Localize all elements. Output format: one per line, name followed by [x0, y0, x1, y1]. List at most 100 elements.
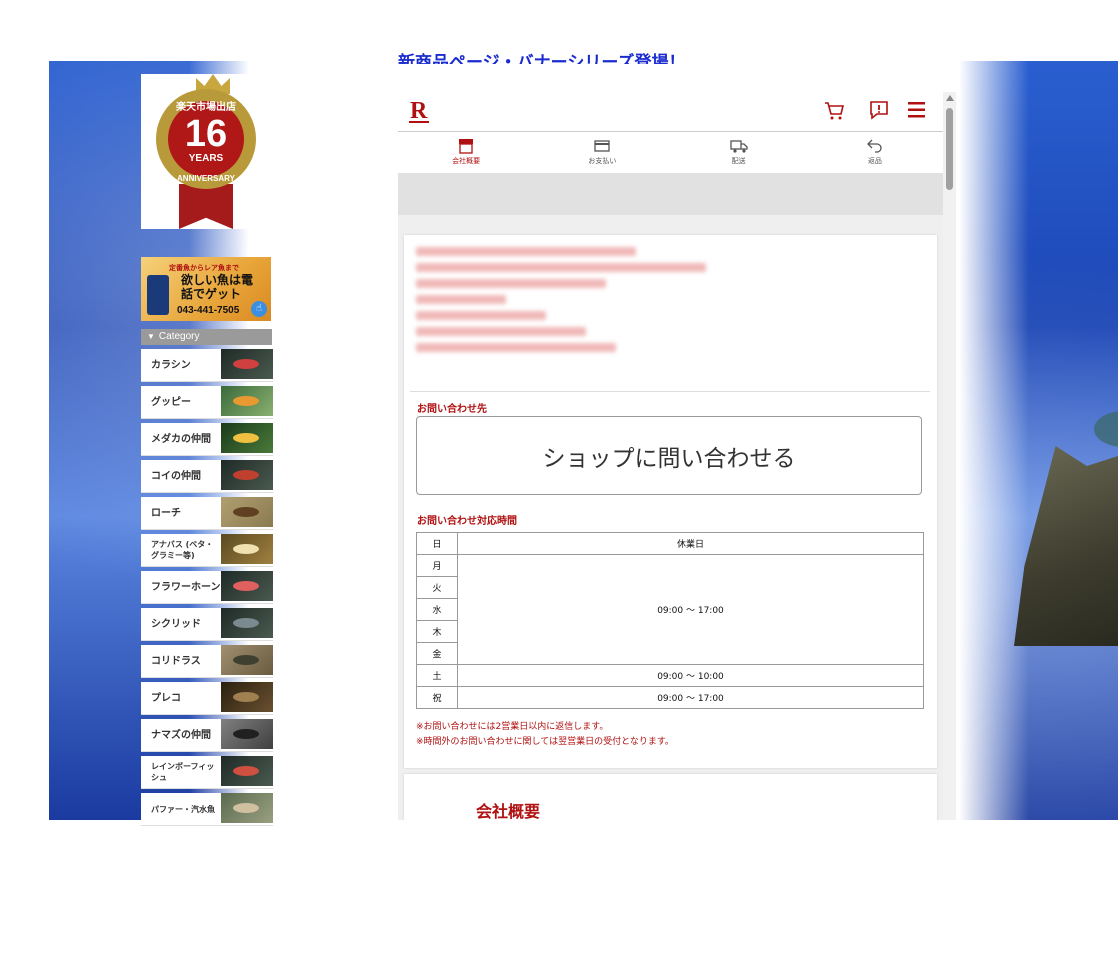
ribbon-icon	[179, 184, 233, 229]
table-sat-hours: 09:00 ～ 10:00	[457, 664, 924, 687]
cart-icon[interactable]	[823, 99, 845, 121]
table-day: 土	[416, 664, 458, 687]
category-item[interactable]: プレコ	[141, 682, 273, 715]
category-thumb	[221, 793, 273, 823]
category-item[interactable]: アナバス (ベタ・グラミー等)	[141, 534, 273, 567]
table-day: 金	[416, 642, 458, 665]
tab-company[interactable]: 会社概要	[398, 132, 534, 172]
tab-label: 会社概要	[452, 157, 481, 165]
gray-band	[398, 173, 943, 215]
category-label: カラシン	[151, 359, 191, 371]
hand-pointer-icon: ☝	[251, 301, 267, 317]
fish-food-can-icon	[147, 275, 169, 315]
tab-label: 配送	[731, 157, 746, 165]
table-day: 木	[416, 620, 458, 643]
company-overview-card: 会社概要	[404, 774, 937, 820]
table-day: 月	[416, 554, 458, 577]
category-thumb	[221, 756, 273, 786]
scroll-up-arrow-icon[interactable]	[946, 95, 954, 101]
rakuten-header: R	[398, 92, 943, 132]
category-thumb	[221, 386, 273, 416]
category-thumb	[221, 719, 273, 749]
category-item[interactable]: カラシン	[141, 349, 273, 382]
left-sidebar: 16 YEARS 楽天市場出店 ANNIVERSARY 定番魚からレア魚まで 欲…	[141, 74, 274, 830]
category-item[interactable]: コイの仲間	[141, 460, 273, 493]
category-thumb	[221, 349, 273, 379]
category-item[interactable]: ローチ	[141, 497, 273, 530]
table-row: 祝 09:00 ～ 17:00	[416, 686, 924, 709]
table-day: 祝	[416, 686, 458, 709]
hours-section-title: お問い合わせ対応時間	[417, 516, 517, 527]
category-label: ローチ	[151, 507, 181, 519]
banner-top-text: 定番魚からレア魚まで	[169, 264, 239, 272]
banner-main-text: 欲しい魚は電話でゲット	[181, 273, 254, 301]
table-header-holiday: 休業日	[457, 532, 924, 555]
redacted-company-info	[416, 247, 716, 359]
category-item[interactable]: シクリッド	[141, 608, 273, 641]
badge-bottom-text: ANNIVERSARY	[177, 174, 235, 183]
table-day: 水	[416, 598, 458, 621]
after-hours-note: ※時間外のお問い合わせに関しては翌営業日の受付となります。	[416, 737, 674, 747]
divider	[410, 391, 930, 392]
new-product-link[interactable]: 新商品ページ・バナーシリーズ登場！	[398, 46, 705, 64]
tab-shipping[interactable]: 配送	[671, 132, 807, 172]
category-thumb	[221, 608, 273, 638]
category-label: パファー・汽水魚	[151, 804, 215, 814]
anniversary-badge: 16 YEARS 楽天市場出店 ANNIVERSARY	[141, 74, 271, 229]
category-item[interactable]: レインボーフィッシュ	[141, 756, 273, 789]
tab-payment[interactable]: お支払い	[534, 132, 670, 172]
category-thumb	[221, 423, 273, 453]
category-label: ナマズの仲間	[151, 729, 211, 741]
phone-order-banner[interactable]: 定番魚からレア魚まで 欲しい魚は電話でゲット 043-441-7505 ☝	[141, 257, 271, 321]
category-thumb	[221, 571, 273, 601]
scrollbar[interactable]	[943, 92, 956, 820]
tab-returns[interactable]: 返品	[807, 132, 943, 172]
category-item[interactable]: ナマズの仲間	[141, 719, 273, 752]
category-label: メダカの仲間	[151, 433, 211, 445]
return-icon	[866, 139, 882, 153]
category-header: ▼ Category	[141, 329, 272, 345]
category-thumb	[221, 534, 273, 564]
company-info-iframe: R 会社概要 お支払い 配送 返品 お問い合わせ先 ショップに問い合わせる お問…	[398, 92, 956, 820]
category-header-label: Category	[158, 331, 200, 342]
category-list: カラシン グッピー メダカの仲間 コイの仲間 ローチ アナバス (ベタ・グラミー…	[141, 349, 274, 826]
category-label: コイの仲間	[151, 470, 201, 482]
category-item[interactable]: フラワーホーン	[141, 571, 273, 604]
triangle-down-icon: ▼	[147, 332, 155, 341]
turtle-image	[1094, 411, 1118, 447]
reply-note: ※お問い合わせには2営業日以内に返信します。	[416, 722, 609, 732]
card-icon	[594, 140, 611, 152]
scrollbar-thumb[interactable]	[946, 108, 953, 190]
table-weekday-hours: 09:00 ～ 17:00	[457, 554, 924, 665]
menu-icon[interactable]	[906, 99, 928, 121]
contact-shop-button[interactable]: ショップに問い合わせる	[416, 416, 922, 495]
table-hol-hours: 09:00 ～ 17:00	[457, 686, 924, 709]
category-label: プレコ	[151, 692, 181, 704]
rock-image	[1014, 446, 1118, 646]
category-item[interactable]: パファー・汽水魚	[141, 793, 273, 826]
category-label: シクリッド	[151, 618, 201, 630]
inquiry-icon[interactable]	[868, 99, 890, 121]
category-thumb	[221, 460, 273, 490]
table-header-day: 日	[416, 532, 458, 555]
category-item[interactable]: グッピー	[141, 386, 273, 419]
contact-section-title: お問い合わせ先	[417, 404, 487, 415]
table-day: 火	[416, 576, 458, 599]
category-thumb	[221, 497, 273, 527]
category-thumb	[221, 682, 273, 712]
shop-icon	[459, 139, 474, 154]
category-thumb	[221, 645, 273, 675]
category-item[interactable]: メダカの仲間	[141, 423, 273, 456]
category-label: コリドラス	[151, 655, 201, 667]
badge-top-text: 楽天市場出店	[176, 102, 236, 113]
category-item[interactable]: コリドラス	[141, 645, 273, 678]
info-tabs: 会社概要 お支払い 配送 返品	[398, 132, 943, 172]
company-overview-title: 会社概要	[476, 802, 541, 820]
table-row: 月 09:00 ～ 17:00	[416, 554, 924, 665]
category-label: アナバス (ベタ・グラミー等)	[151, 540, 214, 560]
category-label: フラワーホーン	[151, 581, 221, 593]
hours-table: 日 休業日 月 09:00 ～ 17:00 火 水 木 金 土 09:00 ～ …	[416, 532, 924, 709]
banner-phone: 043-441-7505	[177, 305, 240, 316]
truck-icon	[729, 140, 748, 153]
bg-fade-right	[959, 61, 1029, 820]
